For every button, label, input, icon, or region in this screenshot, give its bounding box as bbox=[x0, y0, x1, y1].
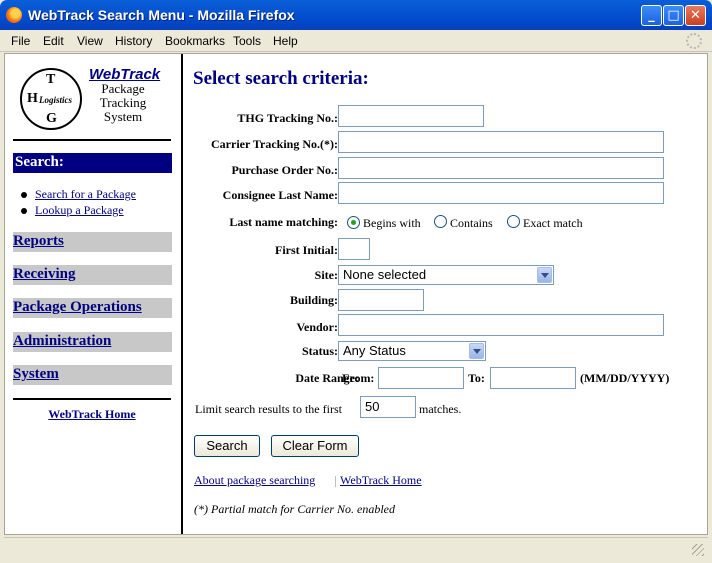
first-initial-input[interactable] bbox=[338, 238, 370, 260]
status-selected: Any Status bbox=[343, 343, 406, 358]
first-initial-label: First Initial: bbox=[275, 243, 338, 257]
chevron-down-icon[interactable] bbox=[537, 267, 552, 283]
purchase-order-input[interactable] bbox=[338, 157, 664, 179]
carrier-tracking-label: Carrier Tracking No.(*): bbox=[211, 137, 338, 151]
sidebar-item-reports[interactable]: Reports bbox=[13, 232, 172, 252]
radio-contains[interactable] bbox=[434, 215, 447, 228]
bullet-icon bbox=[21, 192, 27, 198]
consignee-input[interactable] bbox=[338, 182, 664, 204]
divider bbox=[13, 139, 171, 141]
menu-file[interactable]: File bbox=[11, 34, 30, 48]
consignee-label: Consignee Last Name: bbox=[222, 188, 338, 202]
link-separator bbox=[335, 476, 336, 487]
lookup-package-link[interactable]: Lookup a Package bbox=[35, 203, 124, 217]
thg-logo: T H Logistics G bbox=[20, 68, 82, 130]
status-label: Status: bbox=[301, 344, 338, 358]
clear-form-button[interactable]: Clear Form bbox=[271, 435, 359, 457]
search-button[interactable]: Search bbox=[194, 435, 260, 457]
sidebar-item-lookup-package: Lookup a Package bbox=[21, 203, 124, 218]
menu-view[interactable]: View bbox=[77, 34, 103, 48]
contains-label: Contains bbox=[450, 216, 493, 230]
status-bar bbox=[4, 537, 708, 559]
page-content: T H Logistics G WebTrack Package Trackin… bbox=[4, 53, 708, 535]
site-label: Site: bbox=[314, 268, 338, 282]
site-selected: None selected bbox=[343, 267, 427, 282]
sidebar-item-package-operations[interactable]: Package Operations bbox=[13, 298, 172, 318]
administration-link[interactable]: Administration bbox=[13, 333, 111, 349]
building-input[interactable] bbox=[338, 289, 424, 311]
to-label: To: bbox=[468, 371, 485, 385]
from-label: From: bbox=[342, 371, 375, 385]
page-title: Select search criteria: bbox=[193, 68, 369, 89]
sidebar-item-search-package: Search for a Package bbox=[21, 187, 136, 202]
status-select[interactable]: Any Status bbox=[338, 341, 486, 361]
last-name-matching-label: Last name matching: bbox=[229, 215, 338, 229]
reports-link[interactable]: Reports bbox=[13, 233, 64, 249]
bullet-icon bbox=[21, 208, 27, 214]
menu-bookmarks[interactable]: Bookmarks bbox=[165, 34, 225, 48]
limit-suffix: matches. bbox=[419, 402, 462, 416]
limit-input[interactable]: 50 bbox=[360, 396, 416, 418]
footer-home-link[interactable]: WebTrack Home bbox=[340, 473, 422, 488]
resize-grip-icon[interactable] bbox=[692, 544, 704, 556]
radio-begins-with[interactable] bbox=[347, 216, 360, 229]
search-form: Select search criteria: THG Tracking No.… bbox=[185, 54, 707, 534]
carrier-tracking-input[interactable] bbox=[338, 131, 664, 153]
date-format-hint: (MM/DD/YYYY) bbox=[580, 371, 670, 385]
search-for-package-link[interactable]: Search for a Package bbox=[35, 187, 136, 201]
subtitle-line: System bbox=[103, 109, 143, 124]
window-titlebar: WebTrack Search Menu - Mozilla Firefox _… bbox=[0, 0, 712, 30]
menu-help[interactable]: Help bbox=[273, 34, 298, 48]
subtitle-line: Package bbox=[101, 81, 145, 96]
subtitle-line: Tracking bbox=[99, 95, 147, 110]
minimize-button[interactable]: _ bbox=[641, 5, 662, 26]
maximize-button[interactable]: □ bbox=[663, 5, 684, 26]
thg-tracking-label: THG Tracking No.: bbox=[237, 111, 338, 125]
date-to-input[interactable] bbox=[490, 367, 576, 389]
logo-letter-t: T bbox=[46, 72, 56, 87]
menu-edit[interactable]: Edit bbox=[43, 34, 64, 48]
logo-logistics: Logistics bbox=[39, 95, 72, 105]
exact-match-label: Exact match bbox=[523, 216, 583, 230]
logo-letter-g: G bbox=[46, 111, 57, 126]
sidebar-home-link[interactable]: WebTrack Home bbox=[13, 407, 171, 422]
sidebar-item-system[interactable]: System bbox=[13, 365, 172, 385]
radio-exact-match[interactable] bbox=[507, 215, 520, 228]
logo-letter-h: H bbox=[27, 91, 38, 106]
building-label: Building: bbox=[289, 293, 338, 307]
close-button[interactable]: ✕ bbox=[685, 5, 706, 26]
divider bbox=[13, 398, 171, 400]
sidebar-item-receiving[interactable]: Receiving bbox=[13, 265, 172, 285]
sidebar: T H Logistics G WebTrack Package Trackin… bbox=[5, 54, 183, 534]
begins-with-label: Begins with bbox=[363, 216, 421, 230]
sidebar-item-administration[interactable]: Administration bbox=[13, 332, 172, 352]
system-link[interactable]: System bbox=[13, 366, 59, 382]
menu-history[interactable]: History bbox=[115, 34, 152, 48]
purchase-order-label: Purchase Order No.: bbox=[231, 163, 338, 177]
firefox-icon bbox=[6, 7, 22, 23]
search-section-header: Search: bbox=[13, 153, 172, 173]
site-select[interactable]: None selected bbox=[338, 265, 554, 285]
limit-label: Limit search results to the first bbox=[195, 402, 342, 416]
menu-bar: File Edit View History Bookmarks Tools H… bbox=[0, 30, 712, 52]
chevron-down-icon[interactable] bbox=[469, 343, 484, 359]
system-subtitle: Package Tracking System bbox=[89, 82, 157, 124]
window-title: WebTrack Search Menu - Mozilla Firefox bbox=[28, 7, 295, 23]
partial-match-note: (*) Partial match for Carrier No. enable… bbox=[194, 502, 395, 516]
receiving-link[interactable]: Receiving bbox=[13, 266, 75, 282]
menu-tools[interactable]: Tools bbox=[233, 34, 261, 48]
throbber-icon bbox=[686, 33, 702, 49]
package-operations-link[interactable]: Package Operations bbox=[13, 299, 142, 315]
thg-tracking-input[interactable] bbox=[338, 105, 484, 127]
about-searching-link[interactable]: About package searching bbox=[194, 473, 315, 488]
date-from-input[interactable] bbox=[378, 367, 464, 389]
vendor-label: Vendor: bbox=[296, 320, 338, 334]
vendor-input[interactable] bbox=[338, 314, 664, 336]
